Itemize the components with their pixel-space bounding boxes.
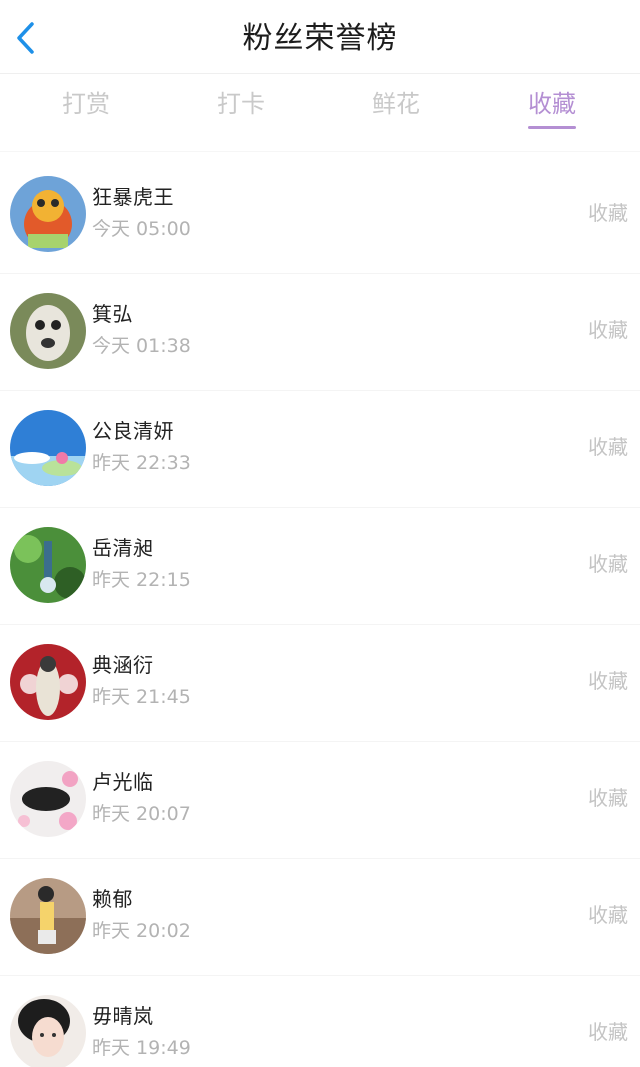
fan-name: 公良清妍 xyxy=(92,419,174,443)
list-item[interactable]: 公良清妍 昨天 22:33 收藏 xyxy=(0,391,640,508)
list-item[interactable]: 狂暴虎王 今天 05:00 收藏 xyxy=(0,157,640,274)
active-tab-indicator xyxy=(528,126,576,129)
list-item[interactable]: 毋晴岚 昨天 19:49 收藏 xyxy=(0,976,640,1067)
tab-reward[interactable]: 打赏 xyxy=(36,74,136,144)
favorite-label[interactable]: 收藏 xyxy=(588,899,628,928)
fan-list: 狂暴虎王 今天 05:00 收藏 箕弘 今天 01:38 收藏 公良清妍 昨天 … xyxy=(0,157,640,1067)
favorite-label[interactable]: 收藏 xyxy=(588,197,628,226)
avatar xyxy=(10,761,86,837)
fan-name: 岳清昶 xyxy=(92,536,154,560)
fan-time: 今天 01:38 xyxy=(92,335,191,357)
favorite-label[interactable]: 收藏 xyxy=(588,782,628,811)
tab-favorites[interactable]: 收藏 xyxy=(502,74,602,144)
fan-name: 卢光临 xyxy=(92,770,154,794)
tab-bar: 打赏 打卡 鲜花 收藏 xyxy=(0,74,640,152)
fan-time: 昨天 22:15 xyxy=(92,569,191,591)
list-item[interactable]: 卢光临 昨天 20:07 收藏 xyxy=(0,742,640,859)
avatar xyxy=(10,410,86,486)
tab-label: 鲜花 xyxy=(372,90,420,118)
tab-label: 打卡 xyxy=(217,90,265,118)
favorite-label[interactable]: 收藏 xyxy=(588,665,628,694)
list-item[interactable]: 赖郁 昨天 20:02 收藏 xyxy=(0,859,640,976)
avatar xyxy=(10,644,86,720)
fan-time: 昨天 20:07 xyxy=(92,803,191,825)
avatar xyxy=(10,527,86,603)
avatar xyxy=(10,878,86,954)
fan-time: 昨天 21:45 xyxy=(92,686,191,708)
favorite-label[interactable]: 收藏 xyxy=(588,1016,628,1045)
fan-time: 昨天 20:02 xyxy=(92,920,191,942)
favorite-label[interactable]: 收藏 xyxy=(588,548,628,577)
top-bar: 粉丝荣誉榜 xyxy=(0,0,640,74)
list-item[interactable]: 典涵衍 昨天 21:45 收藏 xyxy=(0,625,640,742)
fan-name: 赖郁 xyxy=(92,887,133,911)
tab-label: 打赏 xyxy=(62,90,110,118)
avatar xyxy=(10,176,86,252)
fan-time: 今天 05:00 xyxy=(92,218,191,240)
fan-name: 箕弘 xyxy=(92,302,133,326)
fan-name: 狂暴虎王 xyxy=(92,185,174,209)
favorite-label[interactable]: 收藏 xyxy=(588,314,628,343)
fan-time: 昨天 22:33 xyxy=(92,452,191,474)
fan-name: 典涵衍 xyxy=(92,653,154,677)
fan-name: 毋晴岚 xyxy=(92,1004,154,1028)
avatar xyxy=(10,995,86,1067)
tab-flowers[interactable]: 鲜花 xyxy=(346,74,446,144)
list-item[interactable]: 岳清昶 昨天 22:15 收藏 xyxy=(0,508,640,625)
fan-time: 昨天 19:49 xyxy=(92,1037,191,1059)
list-item[interactable]: 箕弘 今天 01:38 收藏 xyxy=(0,274,640,391)
tab-label: 收藏 xyxy=(528,90,576,118)
favorite-label[interactable]: 收藏 xyxy=(588,431,628,460)
tab-checkin[interactable]: 打卡 xyxy=(191,74,291,144)
avatar xyxy=(10,293,86,369)
page-title: 粉丝荣誉榜 xyxy=(242,21,398,56)
